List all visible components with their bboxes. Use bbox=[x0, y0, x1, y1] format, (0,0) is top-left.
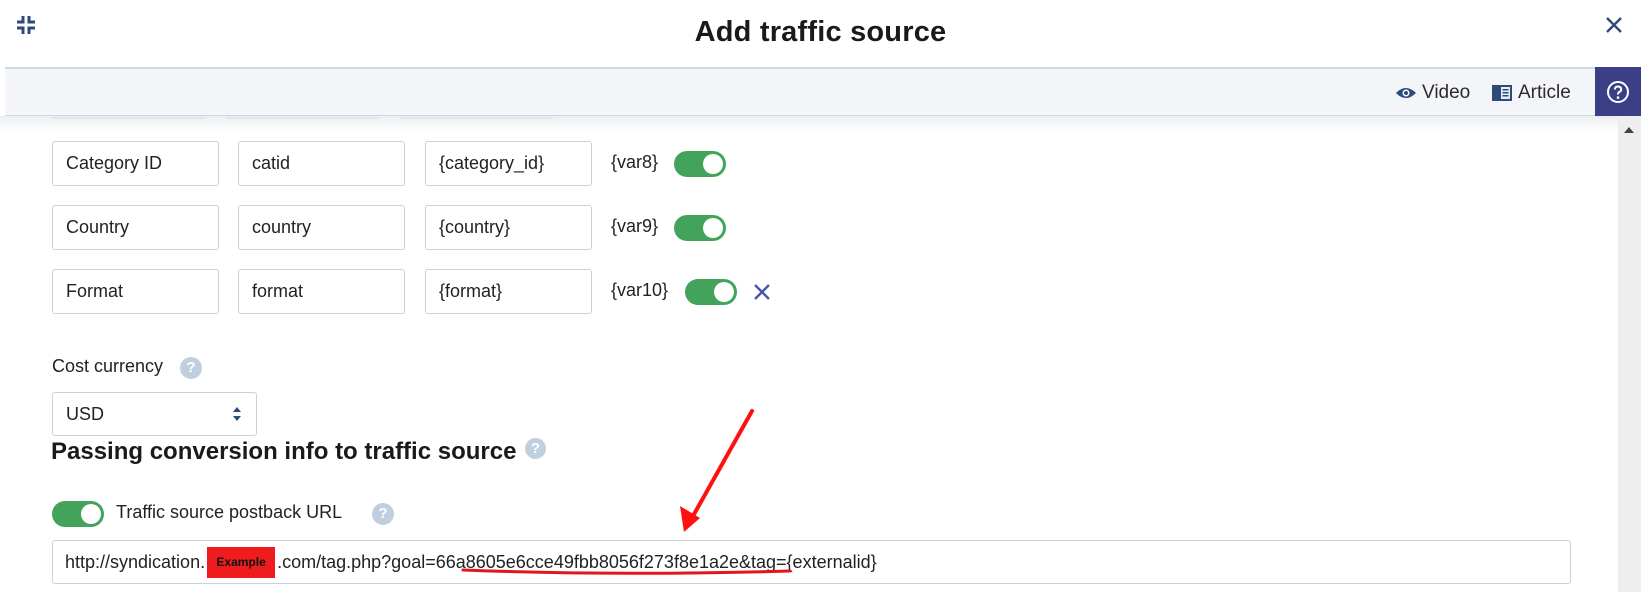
help-icon[interactable]: ? bbox=[180, 357, 202, 379]
postback-url-input[interactable]: http://syndication. Example .com/tag.php?g… bbox=[52, 540, 1571, 584]
param-key-input[interactable]: format bbox=[238, 269, 405, 314]
cost-currency-value: USD bbox=[66, 403, 105, 424]
help-icon[interactable]: ? bbox=[525, 438, 546, 459]
book-icon bbox=[1492, 85, 1512, 101]
cost-currency-label: Cost currency bbox=[52, 356, 164, 376]
url-prefix: http://syndication. bbox=[65, 551, 206, 572]
param-placeholder-input[interactable]: {country} bbox=[425, 205, 592, 250]
param-variable: {var10} bbox=[611, 280, 669, 300]
modal-title: Add traffic source bbox=[694, 16, 947, 48]
param-name-input[interactable]: Format bbox=[52, 269, 219, 314]
param-variable: {var8} bbox=[611, 152, 659, 172]
modal-header: Add traffic source bbox=[0, 0, 1641, 67]
param-name-input[interactable]: Country bbox=[52, 205, 219, 250]
param-placeholder-input[interactable]: {category_id} bbox=[425, 141, 592, 186]
close-icon[interactable] bbox=[1601, 12, 1627, 38]
param-placeholder-input[interactable]: {format} bbox=[425, 269, 592, 314]
postback-toggle-label: Traffic source postback URL bbox=[116, 502, 343, 522]
redacted-domain-label: Example bbox=[207, 546, 276, 578]
video-label: Video bbox=[1422, 82, 1471, 103]
scroll-shadow bbox=[0, 116, 1618, 132]
help-button[interactable] bbox=[1595, 67, 1641, 117]
postback-toggle[interactable] bbox=[52, 501, 104, 527]
scrollbar[interactable] bbox=[1618, 116, 1641, 592]
eye-icon bbox=[1396, 88, 1416, 98]
param-toggle[interactable] bbox=[674, 215, 726, 241]
help-icon[interactable]: ? bbox=[372, 503, 394, 525]
select-arrows-icon bbox=[233, 407, 241, 421]
remove-param-icon[interactable] bbox=[751, 281, 773, 303]
modal-content: Category ID catid {category_id} {var8} C… bbox=[0, 116, 1618, 592]
scroll-up-arrow-icon[interactable] bbox=[1624, 127, 1634, 133]
param-toggle[interactable] bbox=[685, 279, 737, 305]
url-suffix: .com/tag.php?goal=66a8605e6cce49fbb8056f… bbox=[277, 551, 877, 572]
param-name-input[interactable]: Category ID bbox=[52, 141, 219, 186]
cost-currency-select[interactable]: USD bbox=[52, 392, 257, 436]
question-circle-icon bbox=[1607, 81, 1629, 103]
param-toggle[interactable] bbox=[674, 151, 726, 177]
conversion-section-heading: Passing conversion info to traffic sourc… bbox=[51, 438, 517, 465]
param-key-input[interactable]: country bbox=[238, 205, 405, 250]
article-link[interactable]: Article bbox=[1491, 81, 1571, 105]
video-link[interactable]: Video bbox=[1395, 81, 1470, 105]
help-toolbar: Video Article bbox=[5, 67, 1641, 117]
param-key-input[interactable]: catid bbox=[238, 141, 405, 186]
param-variable: {var9} bbox=[611, 216, 659, 236]
article-label: Article bbox=[1518, 82, 1571, 103]
